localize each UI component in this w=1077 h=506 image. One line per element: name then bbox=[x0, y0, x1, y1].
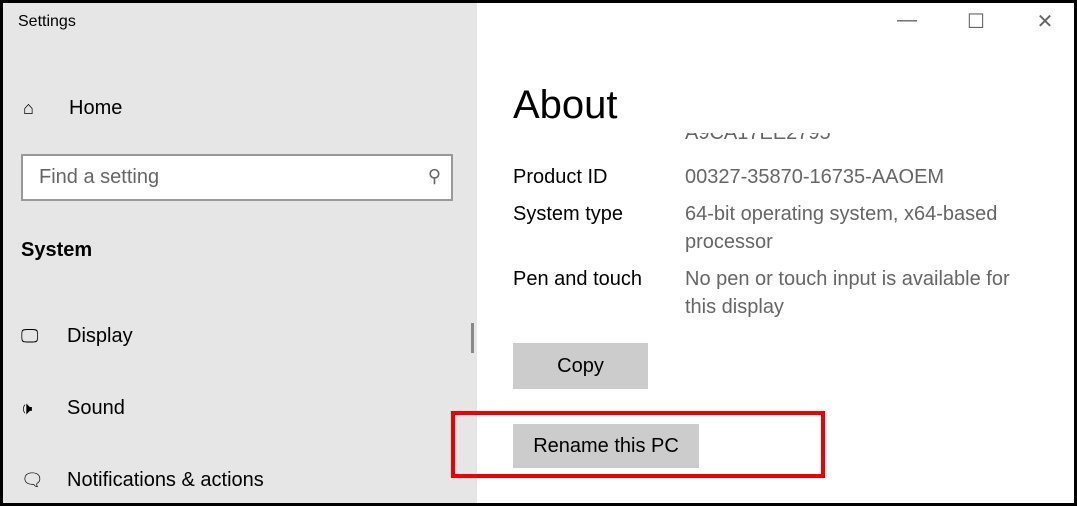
section-heading: System bbox=[21, 239, 93, 261]
close-icon[interactable]: ✕ bbox=[1022, 9, 1068, 34]
scrollbar[interactable] bbox=[471, 323, 474, 353]
speaker-icon: 🕩 bbox=[21, 398, 33, 418]
sidebar-item-notifications[interactable]: 🗨 Notifications & actions bbox=[21, 469, 264, 492]
monitor-icon: 🖵 bbox=[21, 326, 39, 346]
maximize-icon[interactable]: ☐ bbox=[953, 9, 999, 34]
clipped-value: A9CA17EE2795 bbox=[685, 133, 831, 144]
spec-key: Product ID bbox=[513, 166, 608, 188]
spec-key: System type bbox=[513, 203, 624, 225]
page-title: About bbox=[513, 83, 618, 127]
spec-value: 00327-35870-16735-AAOEM bbox=[685, 166, 945, 188]
sidebar: Settings ⌂ Home Find a setting ⚲ System … bbox=[3, 3, 477, 503]
window-title: Settings bbox=[18, 13, 76, 30]
search-icon[interactable]: ⚲ bbox=[428, 166, 441, 187]
highlight-box bbox=[451, 411, 825, 478]
search-input[interactable]: Find a setting ⚲ bbox=[21, 154, 453, 201]
copy-button[interactable]: Copy bbox=[513, 343, 648, 389]
spec-value: 64-bit operating system, x64-based proce… bbox=[685, 203, 998, 253]
message-icon: 🗨 bbox=[21, 470, 44, 490]
sidebar-item-display[interactable]: 🖵 Display bbox=[21, 325, 133, 348]
sidebar-item-home[interactable]: ⌂ Home bbox=[23, 97, 122, 120]
minimize-icon[interactable]: — bbox=[884, 9, 930, 32]
sidebar-item-sound[interactable]: 🕩 Sound bbox=[21, 397, 125, 420]
home-icon: ⌂ bbox=[23, 98, 34, 118]
spec-key: Pen and touch bbox=[513, 268, 642, 290]
content-scroll: A9CA17EE2795 Product ID 00327-35870-1673… bbox=[477, 133, 1074, 333]
spec-value: No pen or touch input is available for t… bbox=[685, 268, 1010, 318]
